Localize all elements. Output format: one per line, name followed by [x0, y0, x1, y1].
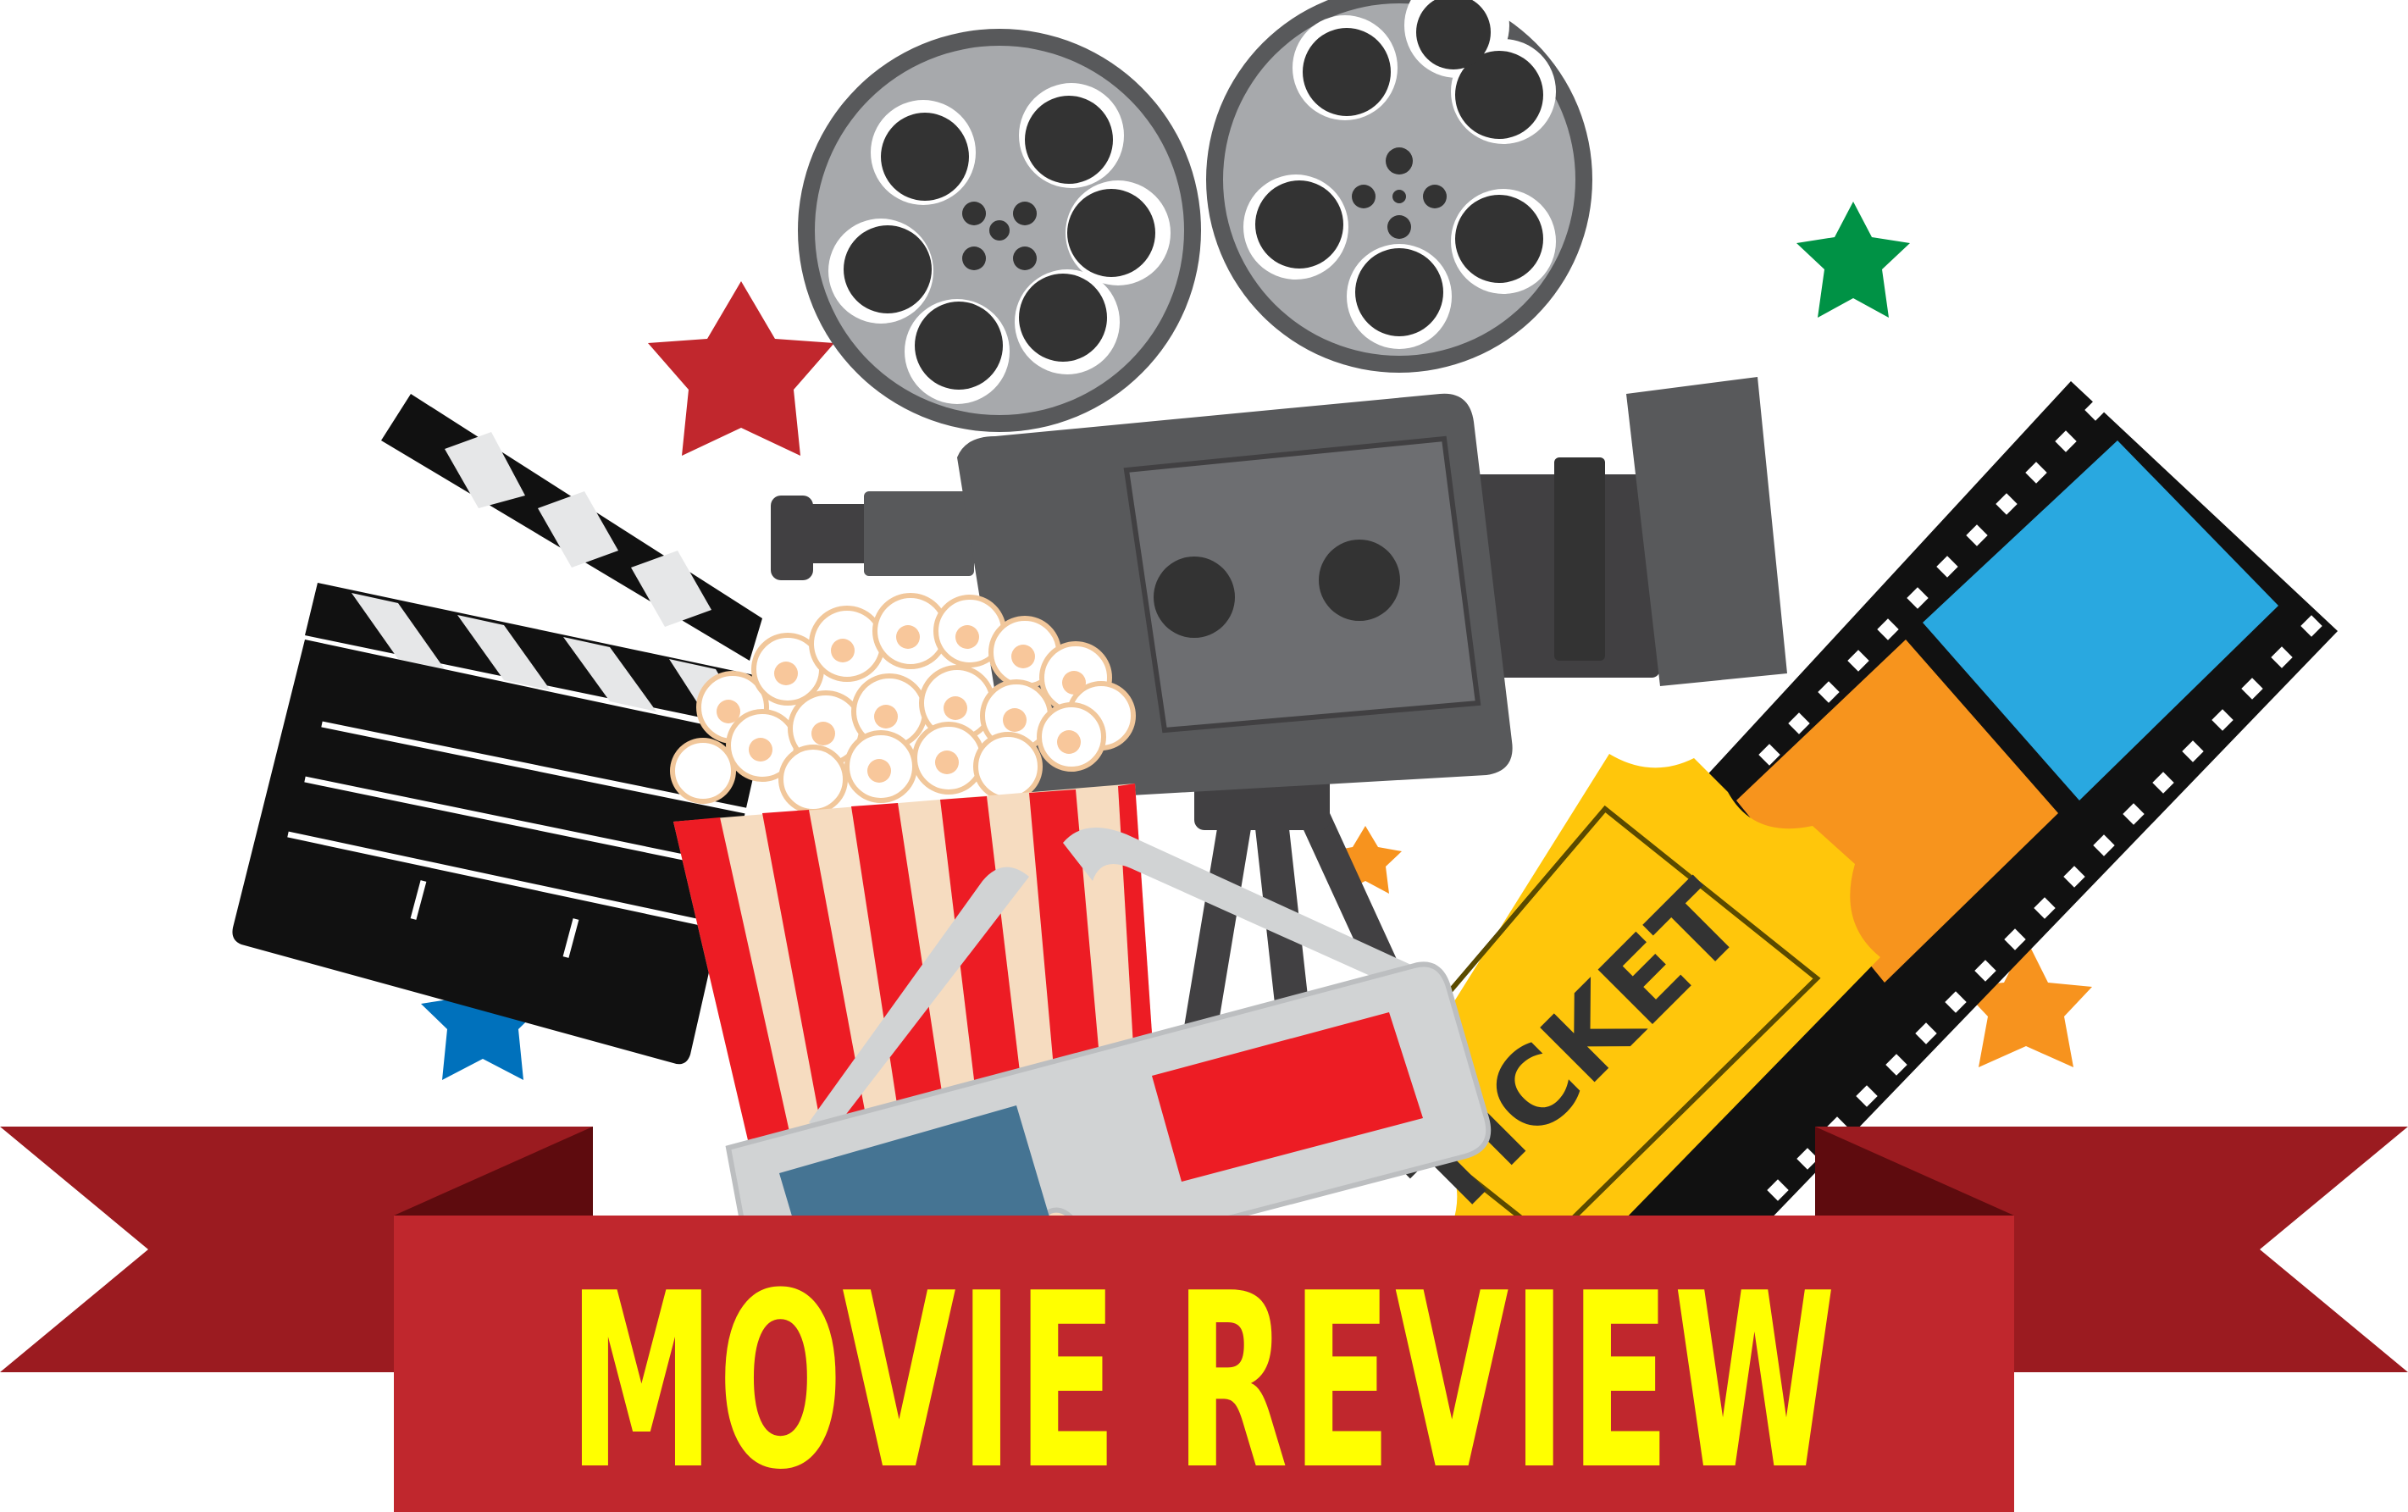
film-reel-front: [798, 29, 1201, 432]
banner-title: MOVIE REVIEW: [568, 1242, 1839, 1512]
red-star-icon: [648, 281, 834, 456]
clapperboard-icon: [232, 394, 767, 1065]
movie-review-illustration: TICKET MOVIE REVIEW: [0, 0, 2408, 1512]
film-reel-rear: [1206, 0, 1592, 373]
green-star-icon: [1796, 202, 1910, 318]
lens-right: [1465, 377, 1787, 686]
